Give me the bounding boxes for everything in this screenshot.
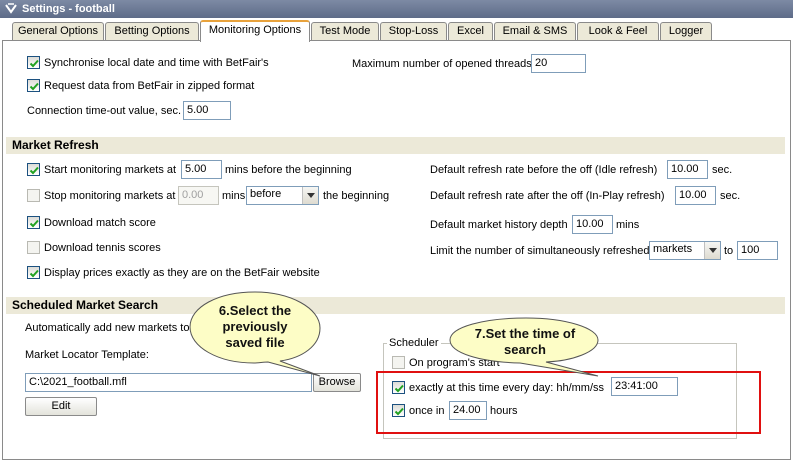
tab-stop-loss[interactable]: Stop-Loss [380,22,447,41]
limit-unit-value: markets [653,243,693,255]
check-icon [29,166,39,175]
tennis-scores-label: Download tennis scores [44,242,161,254]
title-bar: Settings - football [0,0,793,18]
stop-monitoring-suffix: the beginning [323,190,390,202]
stop-mins-label: mins [222,190,246,202]
limit-count-input[interactable]: 100 [737,241,778,260]
auto-add-label: Automatically add new markets to [25,322,190,334]
check-icon [29,82,39,91]
stop-monitoring-input[interactable]: 0.00 [178,186,219,205]
callout-select-file-line-2: previously [222,319,288,334]
tab-general-options[interactable]: General Options [12,22,104,41]
edit-button[interactable]: Edit [25,397,97,416]
check-icon [29,219,39,228]
scheduled-search-heading: Scheduled Market Search [6,297,785,314]
start-monitoring-checkbox[interactable] [27,163,40,176]
max-threads-input[interactable]: 20 [531,54,586,73]
tab-excel[interactable]: Excel [448,22,493,41]
timeout-input[interactable]: 5.00 [183,101,231,120]
tab-email-sms[interactable]: Email & SMS [494,22,576,41]
market-refresh-heading: Market Refresh [6,137,785,154]
history-depth-unit: mins [616,219,640,231]
stop-monitoring-label: Stop monitoring markets at [44,190,176,202]
sync-time-label: Synchronise local date and time with Bet… [44,57,269,69]
zipped-format-label: Request data from BetFair in zipped form… [44,80,255,92]
zipped-format-checkbox[interactable] [27,79,40,92]
idle-refresh-input[interactable]: 10.00 [667,160,708,179]
sync-time-checkbox[interactable] [27,56,40,69]
before-after-select[interactable]: before [246,186,319,205]
stop-monitoring-checkbox[interactable] [27,189,40,202]
window-title: Settings - football [22,3,115,15]
match-score-checkbox[interactable] [27,216,40,229]
chevron-down-icon[interactable] [704,242,720,259]
inplay-refresh-unit: sec. [720,190,741,202]
callout-set-time-line-1: 7.Set the time of [474,326,576,341]
callout-select-file-line-3: saved file [225,335,285,350]
idle-refresh-label: Default refresh rate before the off (Idl… [430,164,658,176]
on-start-checkbox[interactable] [392,356,405,369]
tab-look-feel[interactable]: Look & Feel [577,22,659,41]
tab-test-mode[interactable]: Test Mode [311,22,379,41]
tab-monitoring-options[interactable]: Monitoring Options [200,20,310,42]
scheduler-title: Scheduler [387,337,441,350]
inplay-refresh-label: Default refresh rate after the off (In-P… [430,190,665,202]
start-monitoring-suffix: mins before the beginning [225,164,352,176]
before-after-value: before [250,188,282,200]
tab-logger[interactable]: Logger [660,22,712,41]
app-icon [4,2,18,16]
history-depth-input[interactable]: 10.00 [572,215,613,234]
display-prices-checkbox[interactable] [27,266,40,279]
tennis-scores-checkbox[interactable] [27,241,40,254]
max-threads-label: Maximum number of opened threads [352,58,532,70]
template-label: Market Locator Template: [25,349,149,361]
limit-refresh-label: Limit the number of simultaneously refre… [430,245,650,257]
highlight-box [376,371,761,434]
match-score-label: Download match score [44,217,156,229]
start-monitoring-label: Start monitoring markets at [44,164,177,176]
timeout-label: Connection time-out value, sec. [27,105,182,117]
tab-strip: General Options Betting Options Monitori… [0,18,793,42]
callout-set-time-text: 7.Set the time of search [454,326,596,358]
limit-to-label: to [724,245,734,257]
callout-select-file-text: 6.Select the previously saved file [192,303,318,351]
callout-set-time-line-2: search [504,342,546,357]
history-depth-label: Default market history depth [430,219,568,231]
check-icon [29,59,39,68]
start-monitoring-input[interactable]: 5.00 [181,160,222,179]
tab-betting-options[interactable]: Betting Options [105,22,199,41]
limit-unit-select[interactable]: markets [649,241,721,260]
idle-refresh-unit: sec. [712,164,733,176]
callout-select-file-line-1: 6.Select the [218,303,292,318]
chevron-down-icon[interactable] [302,187,318,204]
check-icon [29,269,39,278]
display-prices-label: Display prices exactly as they are on th… [44,267,320,279]
inplay-refresh-input[interactable]: 10.00 [675,186,716,205]
